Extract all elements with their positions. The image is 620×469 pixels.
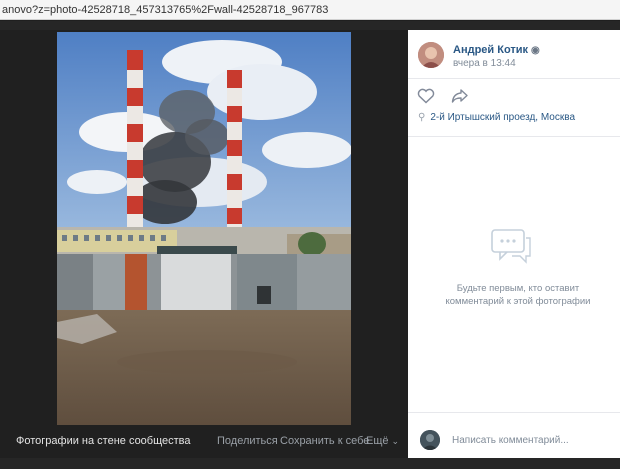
globe-badge-icon: ◉ bbox=[531, 45, 540, 56]
photo-image bbox=[57, 32, 351, 425]
share-photo-link[interactable]: Поделиться bbox=[217, 430, 278, 452]
viewer-footer: Фотографии на стене сообщества Поделитьс… bbox=[0, 430, 408, 458]
comments-bubble-icon bbox=[490, 228, 534, 268]
pin-icon: ⚲ bbox=[418, 112, 426, 123]
divider bbox=[408, 78, 620, 79]
avatar-image bbox=[418, 42, 444, 68]
album-link[interactable]: Фотографии на стене сообщества bbox=[16, 430, 191, 452]
author-avatar[interactable] bbox=[418, 42, 444, 68]
like-button[interactable] bbox=[417, 88, 435, 104]
location-text: 2-й Иртышский проезд, Москва bbox=[430, 112, 576, 123]
location-link[interactable]: ⚲ 2-й Иртышский проезд, Москва bbox=[418, 112, 575, 123]
info-panel: Андрей Котик ◉ вчера в 13:44 ⚲ 2-й Иртышск… bbox=[408, 30, 620, 458]
avatar-image bbox=[420, 430, 440, 450]
photo[interactable] bbox=[57, 32, 351, 425]
author-name-link[interactable]: Андрей Котик ◉ bbox=[453, 44, 540, 56]
current-user-avatar bbox=[420, 430, 440, 450]
more-menu[interactable]: Ещё ⌄ bbox=[366, 430, 399, 452]
more-label: Ещё bbox=[366, 435, 389, 447]
save-photo-link[interactable]: Сохранить к себе bbox=[280, 430, 369, 452]
chevron-down-icon: ⌄ bbox=[391, 436, 400, 446]
divider bbox=[408, 136, 620, 137]
share-arrow-icon bbox=[451, 89, 468, 103]
address-bar[interactable]: anovo?z=photo-42528718_457313765%2Fwall-… bbox=[0, 0, 620, 20]
heart-icon bbox=[417, 88, 435, 104]
share-button[interactable] bbox=[451, 88, 469, 104]
address-url: anovo?z=photo-42528718_457313765%2Fwall-… bbox=[2, 4, 329, 16]
comment-input[interactable] bbox=[452, 430, 612, 450]
empty-comments-message: Будьте первым, кто оставит комментарий к… bbox=[445, 283, 591, 307]
author-name: Андрей Котик bbox=[453, 44, 529, 56]
bottom-strip bbox=[0, 458, 620, 469]
photo-viewer: Фотографии на стене сообщества Поделитьс… bbox=[0, 30, 408, 458]
post-time[interactable]: вчера в 13:44 bbox=[453, 58, 516, 69]
author-block: Андрей Котик ◉ вчера в 13:44 bbox=[418, 42, 618, 72]
divider bbox=[408, 412, 620, 413]
